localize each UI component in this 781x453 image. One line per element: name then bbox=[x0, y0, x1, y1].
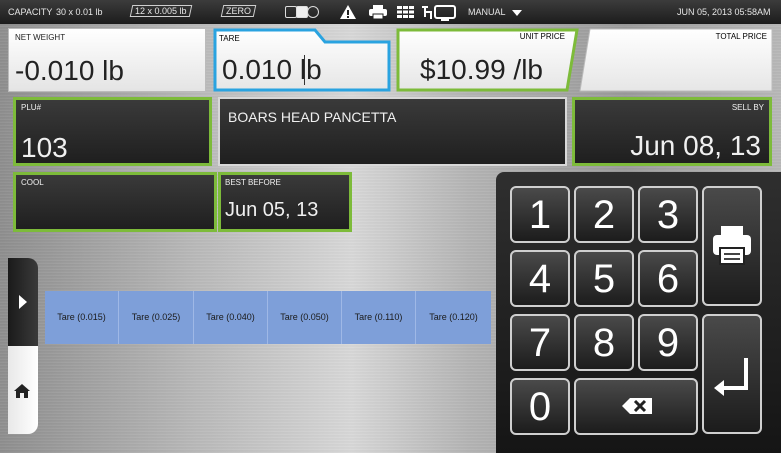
tare-value[interactable]: 0.010 lb bbox=[222, 54, 322, 86]
sell-by-value[interactable]: Jun 08, 13 bbox=[630, 130, 761, 162]
tare-field[interactable]: TARE 0.010 lb bbox=[213, 28, 391, 92]
tare-preset-4[interactable]: Tare (0.050) bbox=[268, 291, 342, 344]
datetime: JUN 05, 2013 05:58AM bbox=[677, 7, 771, 17]
enter-button[interactable] bbox=[702, 314, 762, 434]
chevron-right-icon bbox=[19, 295, 27, 309]
key-9[interactable]: 9 bbox=[638, 314, 698, 371]
best-before-value[interactable]: Jun 05, 13 bbox=[225, 199, 318, 222]
plu-value[interactable]: 103 bbox=[21, 132, 68, 164]
key-8[interactable]: 8 bbox=[574, 314, 634, 371]
capacity-range-2: 12 x 0.005 lb bbox=[129, 5, 192, 17]
total-price-panel: TOTAL PRICE bbox=[579, 28, 773, 92]
key-7[interactable]: 7 bbox=[510, 314, 570, 371]
description-value[interactable]: BOARS HEAD PANCETTA bbox=[228, 109, 396, 125]
enter-icon bbox=[714, 358, 748, 396]
unit-price-panel[interactable]: UNIT PRICE $10.99 /lb bbox=[396, 28, 579, 92]
key-6[interactable]: 6 bbox=[638, 250, 698, 307]
net-weight-panel: NET WEIGHT -0.010 lb bbox=[8, 28, 206, 92]
grid-icon[interactable] bbox=[396, 4, 416, 20]
best-before-label: BEST BEFORE bbox=[225, 178, 281, 187]
total-price-label: TOTAL PRICE bbox=[715, 32, 767, 41]
sell-by-label: SELL BY bbox=[731, 103, 764, 112]
print-button[interactable] bbox=[702, 186, 762, 306]
printer-icon bbox=[713, 226, 751, 265]
toggle-icon[interactable] bbox=[285, 6, 319, 18]
sell-by-field[interactable]: SELL BY Jun 08, 13 bbox=[572, 97, 772, 166]
status-bar: CAPACITY 30 x 0.01 lb 12 x 0.005 lb ZERO… bbox=[0, 0, 781, 24]
plu-label: PLU# bbox=[21, 103, 42, 112]
tare-preset-6[interactable]: Tare (0.120) bbox=[416, 291, 491, 344]
home-tab[interactable] bbox=[8, 346, 38, 434]
tare-label: TARE bbox=[219, 34, 240, 43]
cool-field[interactable]: COOL bbox=[13, 172, 217, 232]
tare-preset-bar: Tare (0.015) Tare (0.025) Tare (0.040) T… bbox=[45, 291, 491, 344]
key-5[interactable]: 5 bbox=[574, 250, 634, 307]
tare-preset-3[interactable]: Tare (0.040) bbox=[194, 291, 268, 344]
mode-dropdown[interactable]: MANUAL bbox=[468, 7, 522, 17]
backspace-button[interactable] bbox=[574, 378, 698, 435]
chevron-down-icon bbox=[511, 9, 522, 16]
numeric-keypad: 1 2 3 4 5 6 7 8 9 0 bbox=[496, 172, 781, 453]
net-weight-label: NET WEIGHT bbox=[15, 33, 66, 42]
backspace-icon bbox=[622, 398, 652, 414]
key-0[interactable]: 0 bbox=[510, 378, 570, 435]
expand-tab[interactable] bbox=[8, 258, 38, 346]
key-1[interactable]: 1 bbox=[510, 186, 570, 243]
key-2[interactable]: 2 bbox=[574, 186, 634, 243]
net-weight-value: -0.010 lb bbox=[15, 55, 124, 86]
zero-indicator: ZERO bbox=[220, 5, 257, 17]
unit-price-value[interactable]: $10.99 /lb bbox=[420, 54, 543, 86]
warning-icon bbox=[340, 5, 356, 19]
key-3[interactable]: 3 bbox=[638, 186, 698, 243]
printer-icon[interactable] bbox=[368, 4, 388, 20]
plu-field[interactable]: PLU# 103 bbox=[13, 97, 212, 166]
key-4[interactable]: 4 bbox=[510, 250, 570, 307]
capacity-label: CAPACITY bbox=[8, 7, 53, 17]
best-before-field[interactable]: BEST BEFORE Jun 05, 13 bbox=[218, 172, 352, 232]
capacity-range-1: 30 x 0.01 lb bbox=[56, 7, 103, 17]
tare-preset-2[interactable]: Tare (0.025) bbox=[119, 291, 194, 344]
unit-price-label: UNIT PRICE bbox=[519, 32, 565, 41]
scale-screen: CAPACITY 30 x 0.01 lb 12 x 0.005 lb ZERO… bbox=[0, 0, 781, 453]
cool-label: COOL bbox=[21, 178, 44, 187]
tare-preset-1[interactable]: Tare (0.015) bbox=[45, 291, 119, 344]
network-icon bbox=[422, 5, 456, 21]
description-field[interactable]: BOARS HEAD PANCETTA bbox=[218, 97, 567, 166]
tare-preset-5[interactable]: Tare (0.110) bbox=[342, 291, 416, 344]
text-cursor bbox=[304, 55, 305, 85]
home-icon bbox=[14, 384, 30, 398]
